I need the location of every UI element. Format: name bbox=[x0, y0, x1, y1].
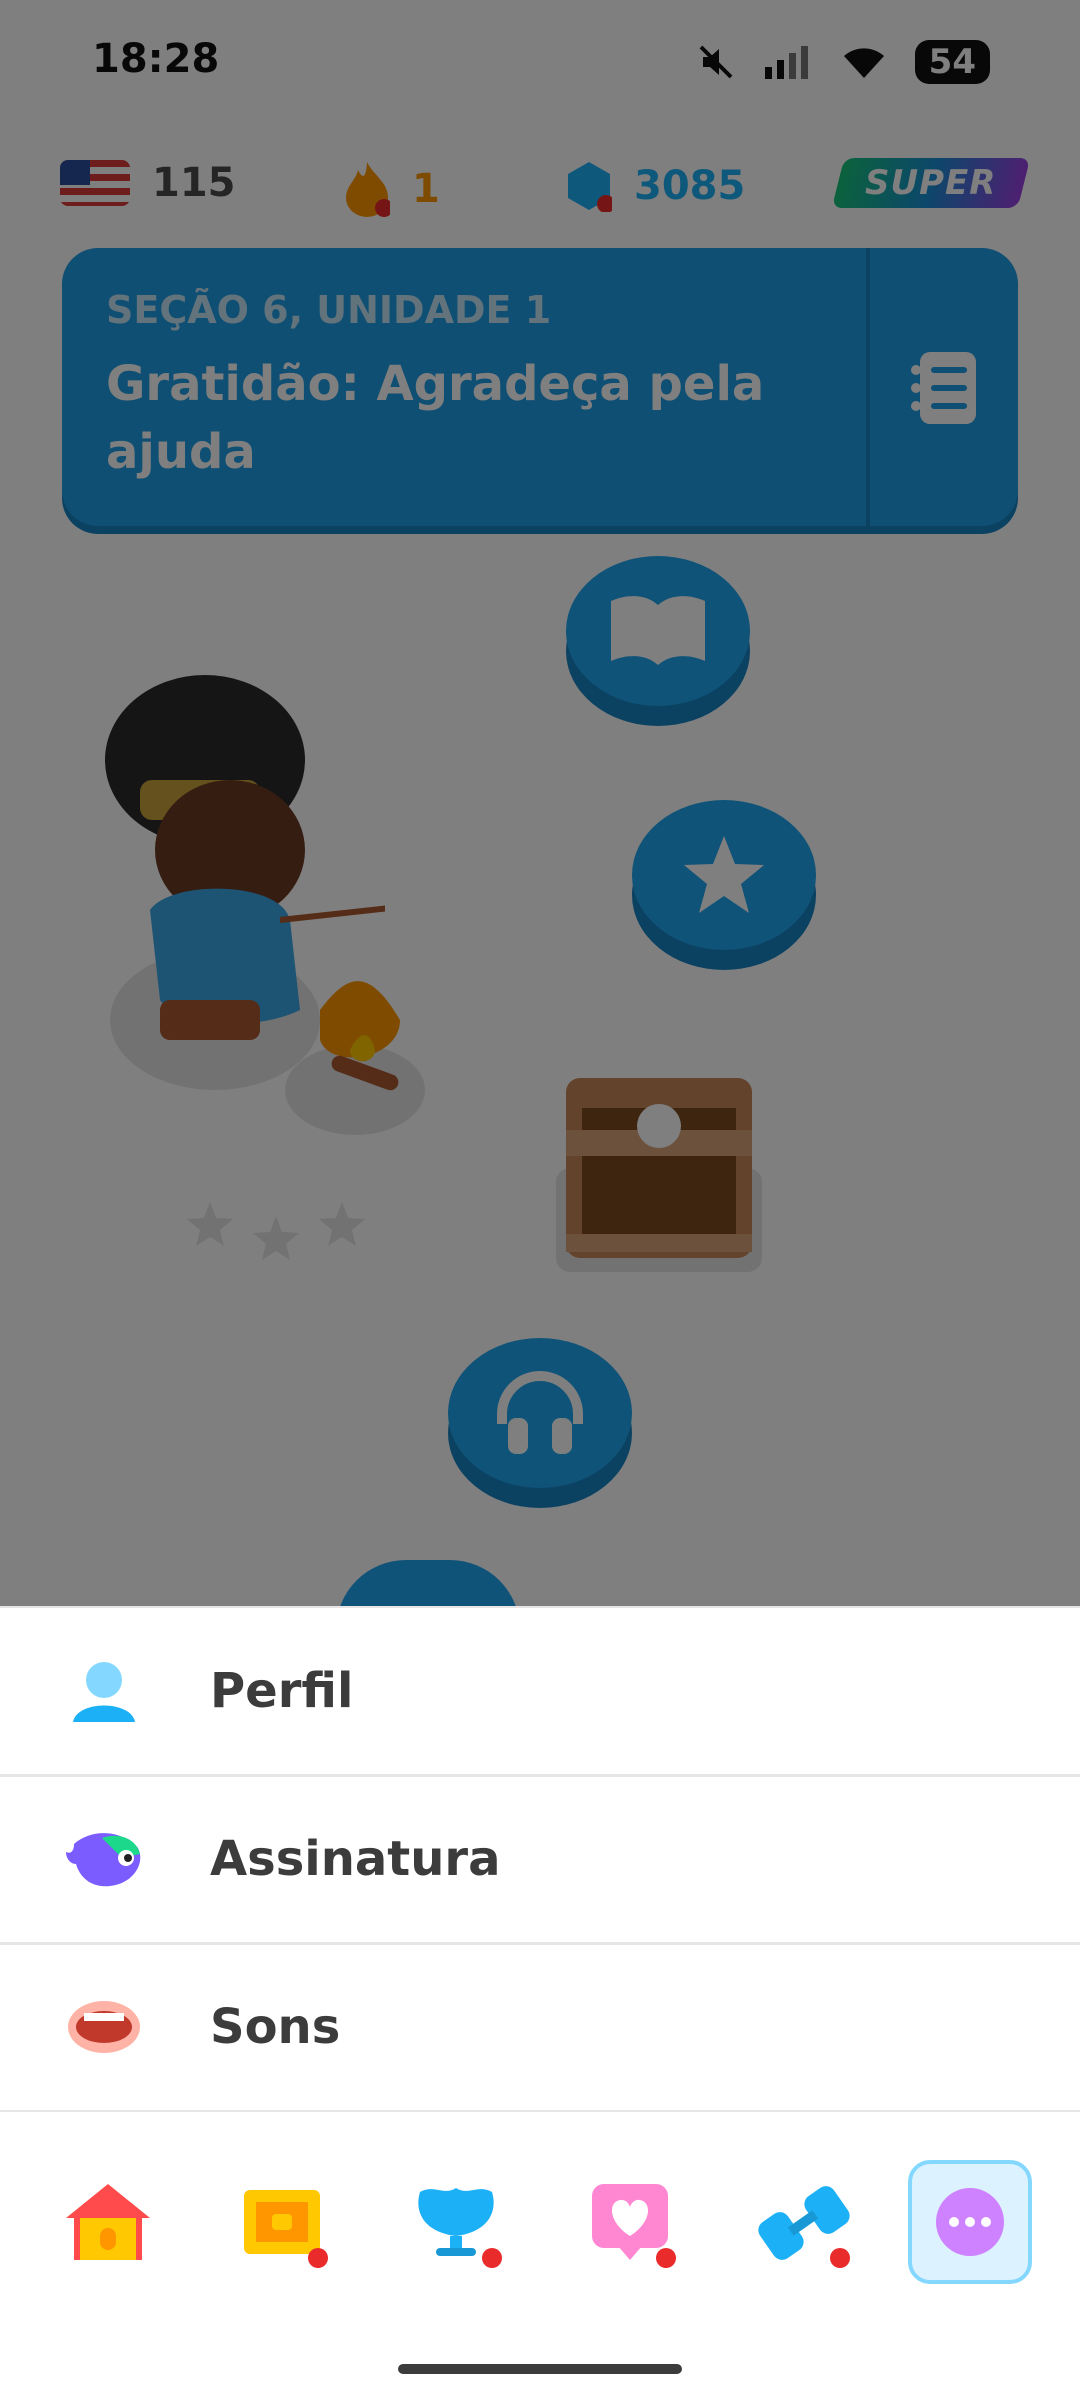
menu-item-label: Perfil bbox=[210, 1663, 354, 1719]
menu-item-sons[interactable]: Sons bbox=[0, 1944, 1080, 2113]
menu-item-assinatura[interactable]: Assinatura bbox=[0, 1776, 1080, 1945]
nav-home[interactable] bbox=[46, 2160, 170, 2284]
sounds-icon bbox=[62, 1985, 146, 2069]
menu-item-perfil[interactable]: Perfil bbox=[0, 1608, 1080, 1777]
nav-league[interactable] bbox=[394, 2160, 518, 2284]
profile-icon bbox=[62, 1649, 146, 1733]
more-menu-sheet: Perfil Assinatura Sons bbox=[0, 1606, 1080, 2113]
nav-chest[interactable] bbox=[220, 2160, 344, 2284]
notification-dot bbox=[830, 2248, 850, 2268]
home-indicator[interactable] bbox=[398, 2364, 682, 2374]
notification-dot bbox=[656, 2248, 676, 2268]
menu-item-label: Assinatura bbox=[210, 1831, 501, 1887]
menu-item-label: Sons bbox=[210, 1999, 341, 2055]
nav-more[interactable] bbox=[908, 2160, 1032, 2284]
nav-hearts[interactable] bbox=[568, 2160, 692, 2284]
notification-dot bbox=[308, 2248, 328, 2268]
more-icon bbox=[936, 2188, 1004, 2256]
notification-dot bbox=[482, 2248, 502, 2268]
bottom-nav bbox=[0, 2112, 1080, 2292]
modal-scrim[interactable] bbox=[0, 0, 1080, 1606]
home-icon bbox=[66, 2184, 150, 2260]
nav-practice[interactable] bbox=[742, 2160, 866, 2284]
subscription-icon bbox=[62, 1817, 146, 1901]
